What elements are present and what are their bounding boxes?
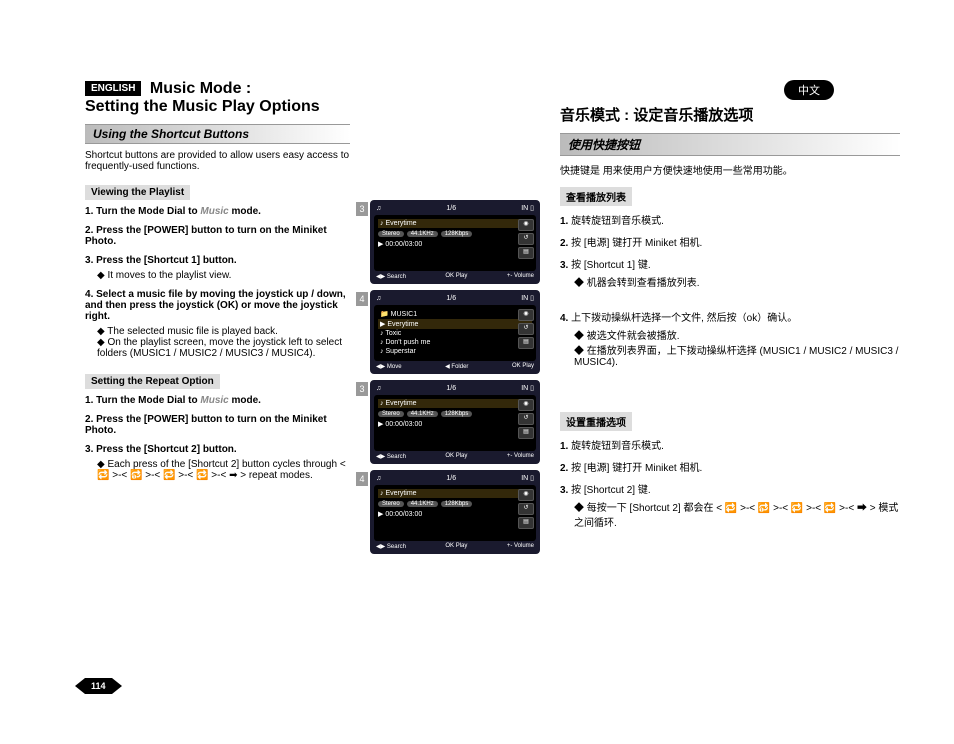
side-btn: ◉: [518, 219, 534, 231]
rstep-1: Turn the Mode Dial to Music mode.: [85, 395, 350, 406]
in-icon: IN ▯: [521, 204, 534, 212]
side-btn: ◉: [518, 309, 534, 321]
manual-page: 中文 ENGLISH Music Mode : Setting the Musi…: [0, 0, 954, 744]
lang-badge-english: ENGLISH: [85, 81, 141, 96]
list-item: ♪ Toxic: [378, 329, 532, 338]
device-screen-3: 3 ♫1/6IN ▯ ◉↺▤ ♪ Everytime Stereo44.1KHz…: [370, 380, 540, 464]
cn-step-4-sub2: 在播放列表界面，上下拨动操纵杆选择 (MUSIC1 / MUSIC2 / MUS…: [574, 342, 900, 368]
in-icon: IN ▯: [521, 294, 534, 302]
side-btn: ↺: [518, 323, 534, 335]
viewing-playlist-head: Viewing the Playlist: [85, 185, 190, 200]
section-title-en: Using the Shortcut Buttons: [85, 124, 350, 144]
cn-step-3: 3. 按 [Shortcut 1] 键. 机器会转到查看播放列表.: [560, 256, 900, 289]
cn-step-2: 2. 按 [电源] 键打开 Miniket 相机.: [560, 234, 900, 249]
cn-step-4-sub1: 被选文件就会被播放.: [574, 327, 900, 342]
music-icon: ♫: [376, 205, 381, 212]
cn-step-4: 4. 上下拨动操纵杆选择一个文件, 然后按（ok）确认。 被选文件就会被播放. …: [560, 309, 900, 368]
device-screen-1: 3 ♫1/6IN ▯ ◉↺▤ ♪ Everytime Stereo44.1KHz…: [370, 200, 540, 284]
step-3: Press the [Shortcut 1] button. It moves …: [85, 255, 350, 281]
view-steps-cn: 1. 旋转旋钮到音乐模式. 2. 按 [电源] 键打开 Miniket 相机. …: [560, 212, 900, 368]
callout-num: 3: [356, 202, 368, 216]
step-4-sub2: On the playlist screen, move the joystic…: [97, 337, 350, 359]
folder-name: 📁 MUSIC1: [378, 309, 532, 319]
side-btn: ↺: [518, 233, 534, 245]
right-column: 音乐模式 : 设定音乐播放选项 使用快捷按钮 快捷键是 用来使用户方便快速地使用…: [560, 80, 900, 560]
repeat-steps-en: Turn the Mode Dial to Music mode. Press …: [85, 395, 350, 481]
lang-badge-chinese: 中文: [784, 80, 834, 100]
cn-rstep-3: 3. 按 [Shortcut 2] 键. 每按一下 [Shortcut 2] 都…: [560, 481, 900, 529]
cn-rstep-3-sub: 每按一下 [Shortcut 2] 都会在 < 🔁 >-< 🔂 >-< 🔁 >-…: [574, 499, 900, 529]
side-btn: ▤: [518, 517, 534, 529]
title-line1: Music Mode :: [150, 80, 251, 97]
left-column: ENGLISH Music Mode : Setting the Music P…: [85, 80, 350, 560]
side-btn: ↺: [518, 503, 534, 515]
side-btn: ▤: [518, 337, 534, 349]
cn-step-3-sub: 机器会转到查看播放列表.: [574, 274, 900, 289]
device-screen-4: 4 ♫1/6IN ▯ ◉↺▤ ♪ Everytime Stereo44.1KHz…: [370, 470, 540, 554]
list-item: ♪ Don't push me: [378, 338, 532, 347]
page-number: 114: [85, 676, 112, 694]
step-2: Press the [POWER] button to turn on the …: [85, 225, 350, 247]
music-icon: ♫: [376, 385, 381, 392]
step-4: Select a music file by moving the joysti…: [85, 289, 350, 359]
track-title: ♪ Everytime: [378, 399, 532, 408]
side-btn: ↺: [518, 413, 534, 425]
in-icon: IN ▯: [521, 474, 534, 482]
rstep-3-sub: Each press of the [Shortcut 2] button cy…: [97, 459, 350, 481]
intro-text-en: Shortcut buttons are provided to allow u…: [85, 150, 350, 172]
in-icon: IN ▯: [521, 384, 534, 392]
cn-rstep-2: 2. 按 [电源] 键打开 Miniket 相机.: [560, 459, 900, 474]
rstep-2: Press the [POWER] button to turn on the …: [85, 414, 350, 436]
list-item: ♪ Superstar: [378, 347, 532, 356]
step-4-sub1: The selected music file is played back.: [97, 326, 350, 337]
cn-rstep-1: 1. 旋转旋钮到音乐模式.: [560, 437, 900, 452]
callout-num: 4: [356, 472, 368, 486]
side-btn: ▤: [518, 247, 534, 259]
cn-title: 音乐模式 : 设定音乐播放选项: [560, 104, 900, 125]
screenshots-column: 3 ♫1/6IN ▯ ◉↺▤ ♪ Everytime Stereo44.1KHz…: [370, 80, 540, 560]
side-btn: ◉: [518, 399, 534, 411]
track-title: ♪ Everytime: [378, 489, 532, 498]
section-title-cn: 使用快捷按钮: [560, 133, 900, 156]
step-3-sub: It moves to the playlist view.: [97, 270, 350, 281]
callout-num: 3: [356, 382, 368, 396]
music-icon: ♫: [376, 295, 381, 302]
view-head-cn: 查看播放列表: [560, 187, 632, 206]
intro-text-cn: 快捷键是 用来使用户方便快速地使用一些常用功能。: [560, 162, 900, 177]
music-icon: ♫: [376, 475, 381, 482]
cn-step-1: 1. 旋转旋钮到音乐模式.: [560, 212, 900, 227]
repeat-option-head: Setting the Repeat Option: [85, 374, 220, 389]
step-1: Turn the Mode Dial to Music mode.: [85, 206, 350, 217]
side-btn: ◉: [518, 489, 534, 501]
rstep-3: Press the [Shortcut 2] button. Each pres…: [85, 444, 350, 481]
view-steps-en: Turn the Mode Dial to Music mode. Press …: [85, 206, 350, 359]
side-btn: ▤: [518, 427, 534, 439]
list-item: ▶ Everytime: [378, 319, 532, 329]
device-screen-2: 4 ♫1/6IN ▯ ◉↺▤ 📁 MUSIC1 ▶ Everytime ♪ To…: [370, 290, 540, 374]
title-line2: Setting the Music Play Options: [85, 98, 350, 116]
callout-num: 4: [356, 292, 368, 306]
track-title: ♪ Everytime: [378, 219, 532, 228]
repeat-steps-cn: 1. 旋转旋钮到音乐模式. 2. 按 [电源] 键打开 Miniket 相机. …: [560, 437, 900, 529]
repeat-head-cn: 设置重播选项: [560, 412, 632, 431]
